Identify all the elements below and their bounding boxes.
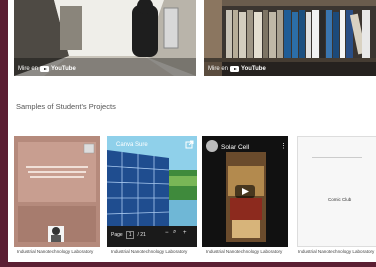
watch-on-label: Mire en bbox=[18, 66, 39, 72]
zoom-out-icon[interactable]: − bbox=[165, 230, 169, 236]
zoom-in-icon[interactable]: + bbox=[183, 230, 187, 236]
project-card-3[interactable]: Solar Cell ⋮ bbox=[202, 136, 288, 247]
page-label: Page bbox=[111, 232, 123, 238]
slide-title: Canva Sure bbox=[116, 142, 148, 148]
section-title: Samples of Student's Projects bbox=[16, 102, 116, 111]
project-caption-3: Industrial Nanotechnology Laboratory bbox=[206, 249, 283, 254]
project-card-4[interactable]: Comic Club bbox=[297, 136, 376, 247]
project-caption-4: Industrial Nanotechnology Laboratory bbox=[298, 249, 375, 254]
project-card-2[interactable]: Canva Sure Page 1 / 21 − ⌕ + bbox=[107, 136, 197, 247]
project-thumbnail-3 bbox=[202, 136, 288, 247]
page-number-input[interactable]: 1 bbox=[125, 231, 135, 239]
watch-on-label: Mire en bbox=[208, 66, 229, 72]
more-options-icon[interactable]: ⋮ bbox=[280, 142, 287, 150]
content-panel: Mire en YouTube Mire en YouTube Samples … bbox=[8, 0, 376, 262]
project-caption-2: Industrial Nanotechnology Laboratory bbox=[111, 249, 188, 254]
video-thumbnail-corridor bbox=[14, 0, 196, 76]
document-line bbox=[312, 157, 362, 158]
project-caption-1: Industrial Nanotechnology Laboratory bbox=[17, 249, 94, 254]
page-controls: Page 1 / 21 bbox=[111, 231, 146, 239]
youtube-icon bbox=[40, 66, 50, 72]
watch-on-youtube[interactable]: Mire en YouTube bbox=[18, 66, 76, 72]
project-thumbnail-1 bbox=[14, 136, 100, 247]
video-thumbnail-shelves bbox=[204, 0, 376, 76]
video-embed-corridor[interactable]: Mire en YouTube bbox=[14, 0, 196, 76]
youtube-label: YouTube bbox=[51, 66, 76, 72]
page-total: / 21 bbox=[137, 232, 146, 238]
youtube-icon bbox=[230, 66, 240, 72]
video-embed-shelves[interactable]: Mire en YouTube bbox=[204, 0, 376, 76]
open-in-new-icon[interactable] bbox=[185, 140, 194, 149]
watch-on-youtube[interactable]: Mire en YouTube bbox=[208, 66, 266, 72]
zoom-icon[interactable]: ⌕ bbox=[173, 229, 176, 236]
document-title: Comic Club bbox=[328, 197, 352, 202]
video-title: Solar Cell bbox=[221, 144, 250, 151]
project-card-1[interactable] bbox=[14, 136, 100, 247]
youtube-label: YouTube bbox=[241, 66, 266, 72]
